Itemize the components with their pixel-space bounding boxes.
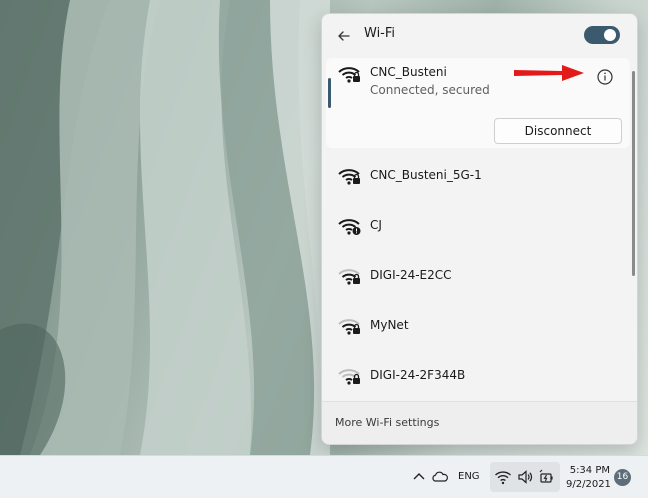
wifi-secured-icon <box>338 266 362 286</box>
battery-charging-icon <box>538 468 556 486</box>
disconnect-button[interactable]: Disconnect <box>494 118 622 144</box>
flyout-footer: More Wi-Fi settings <box>322 401 637 444</box>
list-scrollbar[interactable] <box>632 71 635 276</box>
volume-icon <box>516 468 534 486</box>
taskbar: ENG 5:34 PM 9/2/2021 16 <box>0 455 648 498</box>
network-name: CNC_Busteni <box>370 65 447 79</box>
wifi-secured-icon <box>338 64 362 84</box>
network-name: CJ <box>370 218 382 232</box>
network-name: DIGI-24-2F344B <box>370 368 466 382</box>
network-properties-button[interactable] <box>596 68 614 86</box>
wifi-icon <box>494 468 512 486</box>
network-item[interactable]: MyNet <box>326 304 630 350</box>
network-item[interactable]: DIGI-24-2F344B <box>326 354 630 400</box>
back-button[interactable] <box>334 26 354 46</box>
info-icon <box>597 69 613 85</box>
notification-badge[interactable]: 16 <box>614 469 631 486</box>
wifi-secured-icon <box>338 166 362 186</box>
network-name: MyNet <box>370 318 409 332</box>
wifi-warning-icon <box>338 216 362 236</box>
flyout-title: Wi-Fi <box>364 26 396 41</box>
toggle-knob <box>604 29 616 41</box>
selection-indicator <box>328 78 331 108</box>
wifi-secured-icon <box>338 366 362 386</box>
network-name: DIGI-24-E2CC <box>370 268 452 282</box>
clock-time[interactable]: 5:34 PM <box>568 465 610 476</box>
network-item[interactable]: CNC_Busteni_5G-1 <box>326 154 630 200</box>
cloud-icon <box>432 471 448 482</box>
wifi-secured-icon <box>338 316 362 336</box>
clock-date[interactable]: 9/2/2021 <box>566 479 611 490</box>
show-hidden-icons-button[interactable] <box>410 468 428 486</box>
more-wifi-settings-link[interactable]: More Wi-Fi settings <box>335 416 439 429</box>
network-list: CNC_Busteni Connected, secured Disconnec… <box>322 58 637 401</box>
wifi-toggle[interactable] <box>584 26 620 44</box>
network-item[interactable]: DIGI-24-E2CC <box>326 254 630 300</box>
chevron-up-icon <box>413 473 425 480</box>
network-name: CNC_Busteni_5G-1 <box>370 168 482 182</box>
language-indicator[interactable]: ENG <box>458 471 480 482</box>
quick-settings-button[interactable] <box>490 462 560 492</box>
wifi-flyout: Wi-Fi CNC_Busteni Connected, secured Dis… <box>321 13 638 445</box>
flyout-header: Wi-Fi <box>322 14 637 58</box>
network-item[interactable]: CJ <box>326 204 630 250</box>
network-status: Connected, secured <box>370 83 490 97</box>
onedrive-button[interactable] <box>431 468 449 486</box>
red-arrow-annotation <box>514 65 584 81</box>
back-arrow-icon <box>338 31 350 41</box>
